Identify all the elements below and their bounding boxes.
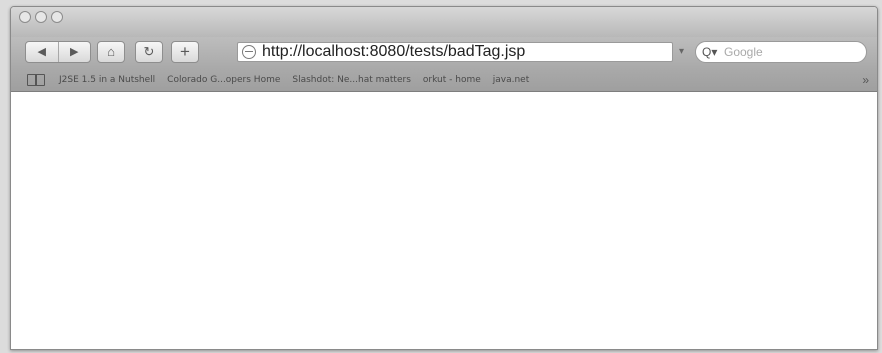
url-history-dropdown-icon[interactable]: ▾ (679, 45, 689, 59)
bookmark-item[interactable]: Colorado G...opers Home (167, 75, 280, 85)
bookmarks-book-icon[interactable] (27, 74, 45, 86)
back-forward-buttons: ◀ ▶ (25, 41, 91, 63)
more-bookmarks-chevron-icon[interactable]: » (862, 73, 869, 87)
bookmark-item[interactable]: Slashdot: Ne...hat matters (292, 75, 411, 85)
bookmark-item[interactable]: J2SE 1.5 in a Nutshell (59, 75, 155, 85)
minimize-window-button[interactable] (35, 11, 47, 23)
search-placeholder: Google (724, 45, 763, 59)
forward-button[interactable]: ▶ (57, 42, 91, 62)
close-window-button[interactable] (19, 11, 31, 23)
window-controls (19, 11, 63, 23)
search-field[interactable]: Q▾ Google (695, 41, 867, 63)
address-bar[interactable]: http://localhost:8080/tests/badTag.jsp (237, 42, 673, 62)
title-bar (11, 7, 877, 37)
search-icon[interactable]: Q▾ (702, 45, 724, 59)
url-text[interactable]: http://localhost:8080/tests/badTag.jsp (262, 43, 525, 61)
browser-window: ◀ ▶ ⌂ ↻ + http://localhost:8080/tests/ba… (10, 6, 878, 350)
bookmark-item[interactable]: java.net (493, 75, 530, 85)
globe-icon (242, 45, 256, 59)
back-button[interactable]: ◀ (26, 42, 58, 62)
reload-button[interactable]: ↻ (135, 41, 163, 63)
add-bookmark-button[interactable]: + (171, 41, 199, 63)
bookmark-item[interactable]: orkut - home (423, 75, 481, 85)
home-button[interactable]: ⌂ (97, 41, 125, 63)
navigation-toolbar: ◀ ▶ ⌂ ↻ + http://localhost:8080/tests/ba… (11, 37, 877, 69)
zoom-window-button[interactable] (51, 11, 63, 23)
bookmarks-bar: J2SE 1.5 in a Nutshell Colorado G...oper… (11, 69, 877, 92)
page-content (11, 92, 877, 349)
